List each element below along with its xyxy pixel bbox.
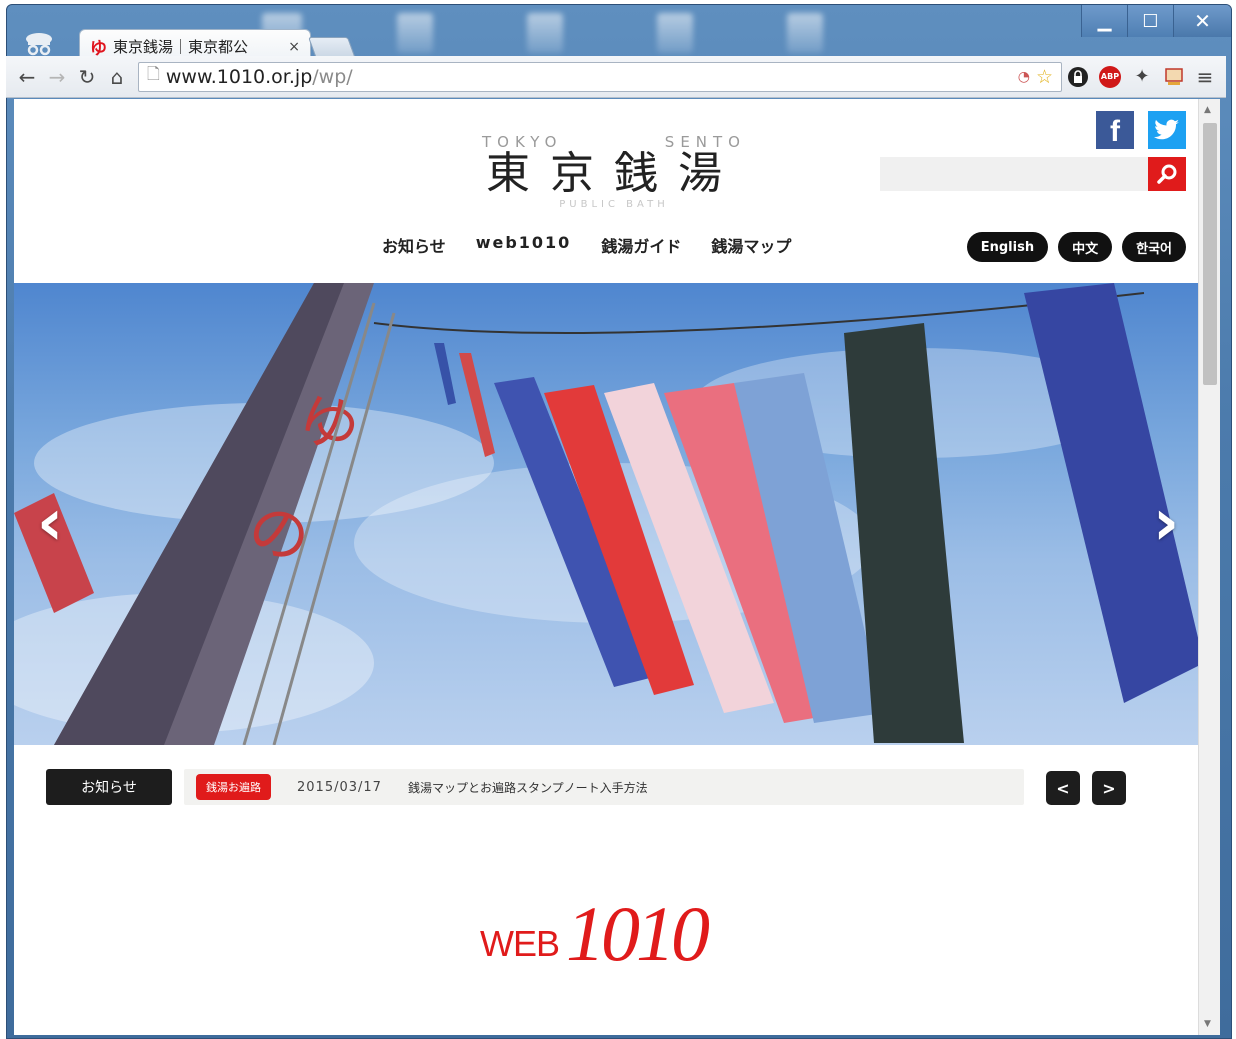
nav-item-news[interactable]: お知らせ [382,233,446,257]
menu-icon[interactable]: ≡ [1190,62,1220,92]
reload-icon[interactable]: ↻ [72,62,102,92]
extension-bird-icon[interactable]: ✦ [1126,62,1158,92]
site-logo[interactable]: TOKYO SENTO 東京銭湯 PUBLIC BATH [454,133,774,213]
logo-kanji: 東京銭湯 [486,148,742,199]
scrollbar-thumb[interactable] [1203,123,1217,385]
social-links: f [1096,111,1186,149]
search-input[interactable] [880,157,1148,191]
news-ticker: お知らせ 銭湯お遍路 2015/03/17 銭湯マップとお遍路スタンプノート入手… [46,769,1130,805]
scroll-down-icon[interactable]: ▼ [1204,1019,1211,1029]
scroll-up-icon[interactable]: ▲ [1204,105,1211,115]
page-viewport: TOKYO SENTO 東京銭湯 PUBLIC BATH f お知らせ web1… [14,99,1198,1035]
news-item[interactable]: 銭湯お遍路 2015/03/17 銭湯マップとお遍路スタンプノート入手方法 [184,769,1024,805]
hero-prev-arrow-icon[interactable]: ‹ [28,491,72,555]
lang-chinese-button[interactable]: 中文 [1058,232,1113,262]
page-icon: 🗋 [147,64,160,83]
extension-card-icon[interactable] [1158,62,1190,92]
facebook-icon[interactable]: f [1096,111,1134,149]
nav-item-sento-map[interactable]: 銭湯マップ [711,233,791,257]
maximize-button[interactable]: ☐ [1127,5,1173,37]
search-icon [1157,164,1177,184]
language-switcher: English 中文 한국어 [966,232,1186,262]
url-text: www.1010.or.jp/wp/ [166,66,353,88]
address-bar[interactable]: 🗋 www.1010.or.jp/wp/ ◔ ☆ [138,61,1062,92]
news-date: 2015/03/17 [297,779,382,795]
tab-close-icon[interactable]: × [288,39,300,55]
adblock-plus-icon[interactable]: ABP [1094,62,1126,92]
web1010-logo[interactable]: WEB 1010 [478,889,758,989]
page-action-icon[interactable]: ◔ [1018,69,1030,85]
forward-arrow-icon[interactable]: → [42,62,72,92]
window-controls: ▁ ☐ ✕ [1081,5,1231,37]
minimize-button[interactable]: ▁ [1081,5,1127,37]
hero-slider: ゆ の ‹ › [14,283,1198,745]
vertical-scrollbar[interactable]: ▲ ▼ [1198,99,1220,1035]
search-button[interactable] [1148,157,1186,191]
extension-lock-icon[interactable] [1062,62,1094,92]
logo-subtitle: PUBLIC BATH [559,199,669,210]
koinobori-photo: ゆ の [14,283,1198,745]
search-form [880,157,1186,191]
bookmark-star-icon[interactable]: ☆ [1036,66,1053,88]
news-label[interactable]: お知らせ [46,769,172,805]
lang-english-button[interactable]: English [966,232,1049,262]
hero-next-arrow-icon[interactable]: › [1144,491,1188,555]
news-next-button[interactable]: > [1092,771,1126,805]
browser-toolbar: ← → ↻ ⌂ 🗋 www.1010.or.jp/wp/ ◔ ☆ ABP ✦ ≡ [6,56,1226,98]
news-prev-button[interactable]: < [1046,771,1080,805]
background-tab-ghost [397,13,433,53]
news-title[interactable]: 銭湯マップとお遍路スタンプノート入手方法 [408,779,648,796]
nav-item-sento-guide[interactable]: 銭湯ガイド [601,233,681,257]
background-tab-ghost [657,13,693,53]
back-arrow-icon[interactable]: ← [12,62,42,92]
close-window-button[interactable]: ✕ [1173,5,1231,37]
lang-korean-button[interactable]: 한국어 [1122,232,1186,262]
twitter-icon[interactable] [1148,111,1186,149]
nav-item-web1010[interactable]: web1010 [476,233,572,257]
url-path: /wp/ [312,65,353,88]
incognito-icon[interactable] [19,27,59,57]
web1010-logo-number: 1010 [566,890,710,977]
web1010-logo-word: WEB [480,923,560,964]
news-category-badge: 銭湯お遍路 [196,774,271,800]
background-tab-ghost [787,13,823,53]
main-nav: お知らせ web1010 銭湯ガイド 銭湯マップ [382,233,791,257]
tab-title: 東京銭湯｜東京都公 [113,38,249,56]
home-icon[interactable]: ⌂ [102,62,132,92]
background-tab-ghost [527,13,563,53]
url-host: www.1010.or.jp [165,65,313,88]
